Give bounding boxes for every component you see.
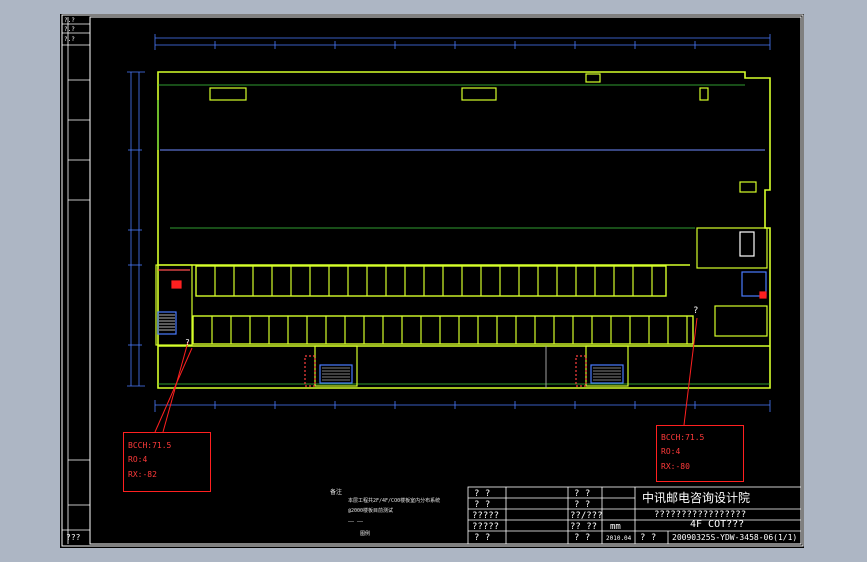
callout-ro: RO:4: [661, 447, 681, 456]
notes-line-2: @2000楼板目前测试: [348, 508, 394, 514]
tb-left-cell-4: ?????: [472, 522, 500, 532]
callout-bcch: BCCH:71.5: [661, 433, 705, 442]
tb-drawing-title: 4F COT???: [690, 519, 745, 530]
tb-drawing-number: 20090325S-YDW-3458-06(1/1): [672, 533, 798, 542]
location-marker-left: ?: [185, 338, 190, 347]
tb-scale: mm: [610, 522, 621, 532]
left-strip-label: ???: [66, 533, 81, 542]
tb-left-cell-1: ? ?: [474, 489, 491, 499]
tb-left-cell-5: ? ?: [474, 533, 491, 543]
tb-bottom-mid: ? ?: [640, 533, 657, 543]
callout-rx: RX:-80: [661, 462, 690, 471]
left-strip-mark-2: ?.?: [64, 26, 75, 33]
tb-mid-cell-2: ? ?: [574, 500, 591, 510]
location-marker: ?: [693, 306, 699, 316]
callout-ro: RO:4: [128, 455, 148, 464]
tb-date: 2010.04: [606, 535, 632, 542]
tb-mid-cell-3: ??/???: [570, 511, 603, 521]
measurement-callout-right: BCCH:71.5 RO:4 RX:-80: [656, 425, 744, 482]
left-strip-mark-3: ?.?: [64, 36, 75, 43]
tb-company: 中讯邮电咨询设计院: [642, 491, 751, 505]
tb-mid-cell-5: ? ?: [574, 533, 591, 543]
left-strip-mark-1: ?.?: [64, 17, 75, 24]
callout-rx: RX:-82: [128, 470, 157, 479]
callout-bcch: BCCH:71.5: [128, 441, 172, 450]
tb-mid-cell-4: ??_??: [570, 522, 598, 532]
notes-line-3: —— ——: [348, 519, 364, 525]
notes-line-1: 本层工程共2F/4F/CO0楼板室内分布系统: [348, 498, 441, 504]
tb-left-cell-3: ?????: [472, 511, 500, 521]
notes-legend: 图例: [360, 531, 371, 537]
tb-mid-cell-1: ? ?: [574, 489, 591, 499]
measurement-callout-left: BCCH:71.5 RO:4 RX:-82: [123, 432, 211, 492]
notes-title: 备注: [330, 489, 343, 496]
tb-left-cell-2: ? ?: [474, 500, 491, 510]
